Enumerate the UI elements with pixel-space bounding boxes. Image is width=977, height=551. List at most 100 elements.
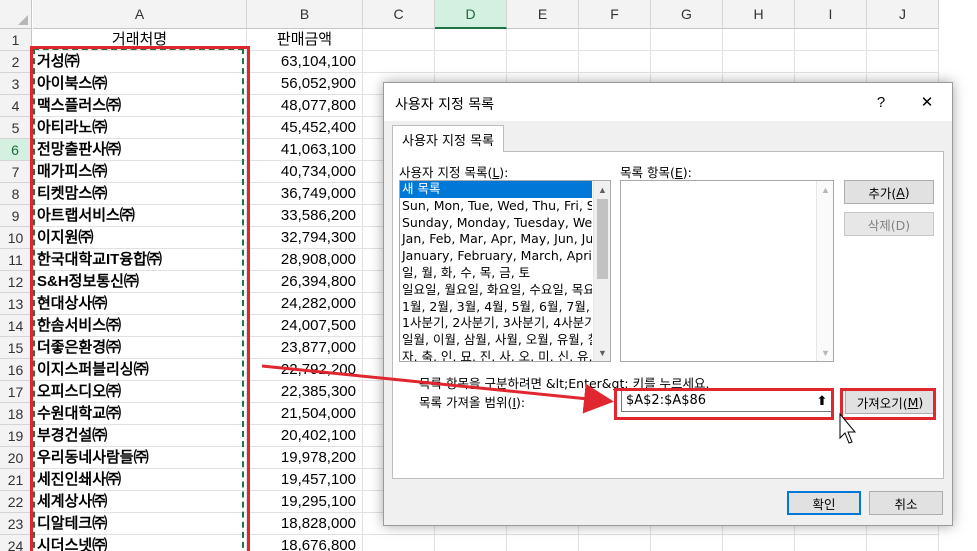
cell-client-name[interactable]: 거성㈜: [33, 51, 247, 73]
cell-sales-amount[interactable]: 23,877,000: [247, 337, 363, 359]
empty-cell[interactable]: [651, 535, 723, 551]
empty-cell[interactable]: [363, 29, 435, 51]
cell-sales-amount[interactable]: 18,676,800: [247, 535, 363, 551]
cell-sales-amount[interactable]: 22,385,300: [247, 381, 363, 403]
row-header[interactable]: 18: [0, 403, 32, 425]
cell-sales-amount[interactable]: 40,734,000: [247, 161, 363, 183]
tab-custom-lists[interactable]: 사용자 지정 목록: [392, 125, 504, 152]
row-header[interactable]: 9: [0, 205, 32, 227]
cell-client-name[interactable]: S&H정보통신㈜: [33, 271, 247, 293]
cell-client-name[interactable]: 현대상사㈜: [33, 293, 247, 315]
cell-sales-amount[interactable]: 33,586,200: [247, 205, 363, 227]
row-header[interactable]: 4: [0, 95, 32, 117]
cell-sales-amount[interactable]: 48,077,800: [247, 95, 363, 117]
cell-sales-amount[interactable]: 18,828,000: [247, 513, 363, 535]
row-header[interactable]: 15: [0, 337, 32, 359]
cell-client-name[interactable]: 오피스디오㈜: [33, 381, 247, 403]
cancel-button[interactable]: 취소: [869, 491, 943, 515]
empty-cell[interactable]: [651, 29, 723, 51]
row-header[interactable]: 6: [0, 139, 32, 161]
cell-client-name[interactable]: 부경건설㈜: [33, 425, 247, 447]
row-header[interactable]: 13: [0, 293, 32, 315]
header-cell-client[interactable]: 거래처명: [33, 29, 247, 51]
cell-sales-amount[interactable]: 56,052,900: [247, 73, 363, 95]
custom-lists-listbox[interactable]: 새 목록 Sun, Mon, Tue, Wed, Thu, Fri, Sat Sun…: [399, 180, 611, 362]
cell-sales-amount[interactable]: 36,749,000: [247, 183, 363, 205]
row-header[interactable]: 5: [0, 117, 32, 139]
empty-cell[interactable]: [579, 51, 651, 73]
cell-client-name[interactable]: 이지스퍼블리싱㈜: [33, 359, 247, 381]
cell-client-name[interactable]: 이지원㈜: [33, 227, 247, 249]
custom-list-item[interactable]: 자, 축, 인, 묘, 진, 사, 오, 미, 신, 유, 술: [400, 349, 592, 361]
cell-client-name[interactable]: 한국대학교IT융합㈜: [33, 249, 247, 271]
cell-client-name[interactable]: 디알테크㈜: [33, 513, 247, 535]
list-entries-textarea[interactable]: ▲ ▼: [620, 180, 834, 362]
empty-cell[interactable]: [363, 535, 435, 551]
empty-cell[interactable]: [507, 535, 579, 551]
column-header-c[interactable]: C: [363, 0, 435, 29]
empty-cell[interactable]: [723, 535, 795, 551]
empty-cell[interactable]: [363, 51, 435, 73]
help-button[interactable]: ?: [866, 89, 896, 115]
row-header[interactable]: 24: [0, 535, 32, 551]
empty-cell[interactable]: [795, 51, 867, 73]
row-header[interactable]: 11: [0, 249, 32, 271]
cell-client-name[interactable]: 티켓맘스㈜: [33, 183, 247, 205]
custom-list-item[interactable]: 1사분기, 2사분기, 3사분기, 4사분기: [400, 315, 592, 332]
row-header[interactable]: 10: [0, 227, 32, 249]
cell-sales-amount[interactable]: 45,452,400: [247, 117, 363, 139]
cell-client-name[interactable]: 수원대학교㈜: [33, 403, 247, 425]
row-header[interactable]: 23: [0, 513, 32, 535]
row-header[interactable]: 8: [0, 183, 32, 205]
cell-client-name[interactable]: 매가피스㈜: [33, 161, 247, 183]
row-header[interactable]: 7: [0, 161, 32, 183]
cell-sales-amount[interactable]: 19,295,100: [247, 491, 363, 513]
custom-list-item[interactable]: Sunday, Monday, Tuesday, Wednesday: [400, 215, 592, 232]
custom-list-item[interactable]: 일요일, 월요일, 화요일, 수요일, 목요일: [400, 282, 592, 299]
empty-cell[interactable]: [651, 51, 723, 73]
empty-cell[interactable]: [579, 29, 651, 51]
cell-client-name[interactable]: 맥스플러스㈜: [33, 95, 247, 117]
cell-client-name[interactable]: 시더스넷㈜: [33, 535, 247, 551]
custom-list-item[interactable]: 새 목록: [400, 181, 592, 198]
empty-cell[interactable]: [579, 535, 651, 551]
row-header[interactable]: 22: [0, 491, 32, 513]
import-range-input[interactable]: $A$2:$A$86: [621, 390, 833, 412]
empty-cell[interactable]: [723, 51, 795, 73]
empty-cell[interactable]: [723, 29, 795, 51]
delete-button[interactable]: 삭제(D): [844, 212, 934, 236]
scroll-up-icon[interactable]: ▲: [594, 181, 610, 198]
custom-list-item[interactable]: 일월, 이월, 삼월, 사월, 오월, 유월, 칠월: [400, 332, 592, 349]
cell-sales-amount[interactable]: 22,792,200: [247, 359, 363, 381]
custom-list-item[interactable]: 1월, 2월, 3월, 4월, 5월, 6월, 7월, 8월: [400, 299, 592, 316]
close-icon[interactable]: ✕: [912, 89, 942, 115]
row-header[interactable]: 12: [0, 271, 32, 293]
row-header[interactable]: 16: [0, 359, 32, 381]
cell-client-name[interactable]: 세진인쇄사㈜: [33, 469, 247, 491]
custom-list-item[interactable]: Jan, Feb, Mar, Apr, May, Jun, Jul, Aug: [400, 231, 592, 248]
cell-sales-amount[interactable]: 24,282,000: [247, 293, 363, 315]
empty-cell[interactable]: [507, 51, 579, 73]
cell-sales-amount[interactable]: 32,794,300: [247, 227, 363, 249]
row-header[interactable]: 3: [0, 73, 32, 95]
column-header-d[interactable]: D: [435, 0, 507, 29]
column-header-i[interactable]: I: [795, 0, 867, 29]
custom-list-item[interactable]: 일, 월, 화, 수, 목, 금, 토: [400, 265, 592, 282]
collapse-dialog-icon[interactable]: ⬆: [813, 392, 831, 410]
select-all-corner[interactable]: [0, 0, 32, 29]
header-cell-sales[interactable]: 판매금액: [247, 29, 363, 51]
cell-client-name[interactable]: 더좋은환경㈜: [33, 337, 247, 359]
empty-cell[interactable]: [507, 29, 579, 51]
column-header-f[interactable]: F: [579, 0, 651, 29]
custom-list-item[interactable]: January, February, March, April, May: [400, 248, 592, 265]
row-header[interactable]: 20: [0, 447, 32, 469]
column-header-h[interactable]: H: [723, 0, 795, 29]
empty-cell[interactable]: [867, 51, 939, 73]
cell-client-name[interactable]: 아트랩서비스㈜: [33, 205, 247, 227]
empty-cell[interactable]: [795, 535, 867, 551]
cell-sales-amount[interactable]: 19,457,100: [247, 469, 363, 491]
scroll-down-icon[interactable]: ▼: [594, 344, 610, 361]
import-button[interactable]: 가져오기(M): [845, 390, 935, 414]
row-header[interactable]: 1: [0, 29, 32, 51]
column-header-a[interactable]: A: [33, 0, 247, 29]
